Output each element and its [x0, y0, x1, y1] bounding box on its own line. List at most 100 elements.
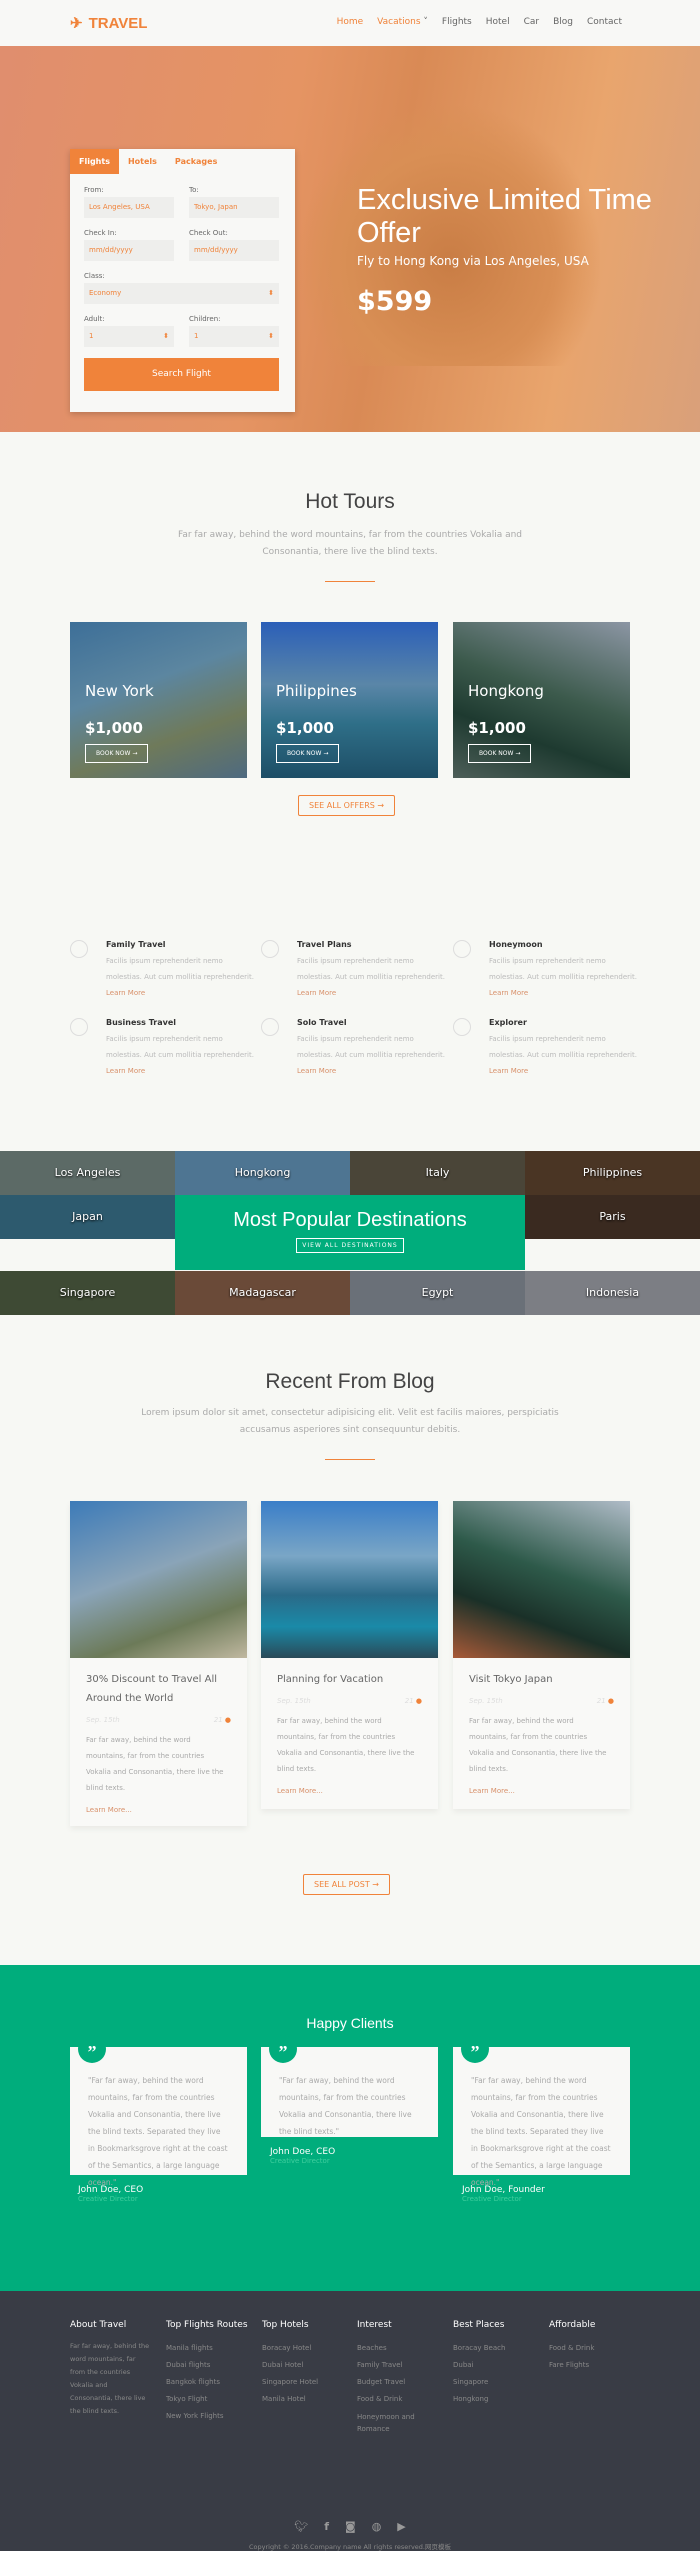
footer-link[interactable]: Dubai flights — [166, 2357, 261, 2374]
destination-tile[interactable]: Singapore — [0, 1271, 175, 1315]
book-now-button[interactable]: BOOK NOW → — [85, 744, 149, 763]
learn-more-link[interactable]: Learn More — [106, 1067, 260, 1075]
footer-link[interactable]: Bangkok flights — [166, 2374, 261, 2391]
destination-tile[interactable]: Philippines — [525, 1151, 700, 1195]
feature-text: Facilis ipsum reprehenderit nemo molesti… — [489, 1035, 637, 1059]
tab-hotels[interactable]: Hotels — [119, 149, 166, 174]
instagram-icon[interactable]: ◙ — [345, 2520, 356, 2533]
client-role: Creative Director — [462, 2195, 522, 2203]
footer-heading: Top Hotels — [262, 2320, 309, 2330]
clients-title: Happy Clients — [306, 2015, 394, 2031]
tab-packages[interactable]: Packages — [166, 149, 226, 174]
nav-contact[interactable]: Contact — [587, 17, 622, 27]
hero: Flights Hotels Packages From: To: Los An… — [0, 46, 700, 432]
quote-icon: ” — [78, 2035, 106, 2063]
footer-link[interactable]: Manila Hotel — [262, 2391, 357, 2408]
from-input[interactable]: Los Angeles, USA — [84, 197, 174, 218]
tour-card[interactable]: New York $1,000 BOOK NOW → — [70, 622, 247, 778]
blog-card[interactable]: Visit Tokyo Japan Sep. 15th 21 ● Far far aw… — [453, 1501, 630, 1809]
see-all-post-button[interactable]: SEE ALL POST → — [303, 1874, 390, 1895]
footer-link[interactable]: Honeymoon and Romance — [357, 2411, 427, 2435]
nav-car[interactable]: Car — [524, 17, 540, 27]
learn-more-link[interactable]: Learn More... — [469, 1787, 614, 1795]
nav-blog[interactable]: Blog — [553, 17, 573, 27]
footer-link[interactable]: Manila flights — [166, 2340, 261, 2357]
feature-item: Travel Plans Facilis ipsum reprehenderit … — [261, 940, 451, 997]
nav-vacations[interactable]: Vacations ˅ — [377, 17, 428, 27]
destination-tile[interactable]: Japan — [0, 1195, 175, 1239]
destination-tile[interactable]: Italy — [350, 1151, 525, 1195]
footer-link[interactable]: New York Flights — [166, 2408, 261, 2425]
view-all-destinations-button[interactable]: VIEW ALL DESTINATIONS — [296, 1238, 404, 1253]
learn-more-link[interactable]: Learn More — [297, 1067, 451, 1075]
nav-flights[interactable]: Flights — [442, 17, 472, 27]
footer-link[interactable]: Tokyo Flight — [166, 2391, 261, 2408]
divider — [325, 581, 375, 582]
divider — [325, 1459, 375, 1460]
class-select[interactable]: Economy ⬍ — [84, 283, 279, 304]
footer-column: Top Flights Routes Manila flights Dubai fl… — [166, 2320, 261, 2425]
search-flight-button[interactable]: Search Flight — [84, 358, 279, 391]
footer-link[interactable]: Boracay Hotel — [262, 2340, 357, 2357]
blog-card[interactable]: 30% Discount to Travel All Around the Wo… — [70, 1501, 247, 1826]
dribbble-icon[interactable]: ◍ — [372, 2520, 382, 2533]
footer-link[interactable]: Food & Drink — [357, 2391, 427, 2408]
tab-flights[interactable]: Flights — [70, 149, 119, 174]
footer-link[interactable]: Fare Flights — [549, 2357, 644, 2374]
learn-more-link[interactable]: Learn More... — [86, 1806, 231, 1814]
destination-tile[interactable]: Hongkong — [175, 1151, 350, 1195]
footer-link[interactable]: Singapore Hotel — [262, 2374, 357, 2391]
logo[interactable]: ✈ TRAVEL — [70, 14, 147, 33]
learn-more-link[interactable]: Learn More... — [277, 1787, 422, 1795]
learn-more-link[interactable]: Learn More — [489, 1067, 643, 1075]
select-arrows-icon: ⬍ — [268, 332, 274, 340]
blog-post-title[interactable]: 30% Discount to Travel All Around the Wo… — [86, 1670, 231, 1708]
destination-tile[interactable]: Madagascar — [175, 1271, 350, 1315]
blog-date: Sep. 15th — [277, 1697, 311, 1705]
adult-value: 1 — [89, 332, 94, 340]
copyright: Copyright © 2016.Company name All rights… — [249, 2543, 451, 2551]
tour-card[interactable]: Hongkong $1,000 BOOK NOW → — [453, 622, 630, 778]
blog-card[interactable]: Planning for Vacation Sep. 15th 21 ● Far fa… — [261, 1501, 438, 1809]
nav-home[interactable]: Home — [337, 17, 364, 27]
blog-post-title[interactable]: Visit Tokyo Japan — [469, 1670, 614, 1689]
footer-link[interactable]: Dubai — [453, 2357, 548, 2374]
destination-tile[interactable]: Los Angeles — [0, 1151, 175, 1195]
footer-link[interactable]: Hongkong — [453, 2391, 548, 2408]
learn-more-link[interactable]: Learn More — [297, 989, 451, 997]
destination-tile[interactable]: Indonesia — [525, 1271, 700, 1315]
to-input[interactable]: Tokyo, Japan — [189, 197, 279, 218]
adult-select[interactable]: 1 ⬍ — [84, 326, 174, 347]
facebook-icon[interactable]: f — [324, 2520, 329, 2533]
footer-link[interactable]: Dubai Hotel — [262, 2357, 357, 2374]
feature-text: Facilis ipsum reprehenderit nemo molesti… — [489, 957, 637, 981]
blog-post-title[interactable]: Planning for Vacation — [277, 1670, 422, 1689]
nav-hotel[interactable]: Hotel — [486, 17, 510, 27]
destination-tile[interactable]: Paris — [525, 1195, 700, 1239]
plane-icon: ✈ — [70, 15, 83, 32]
footer-link[interactable]: Beaches — [357, 2340, 427, 2357]
footer: About Travel Far far away, behind the wor… — [0, 2291, 700, 2551]
footer-link[interactable]: Food & Drink — [549, 2340, 644, 2357]
search-form: Flights Hotels Packages From: To: Los An… — [70, 149, 295, 412]
children-select[interactable]: 1 ⬍ — [189, 326, 279, 347]
footer-link[interactable]: Budget Travel — [357, 2374, 427, 2391]
footer-link[interactable]: Singapore — [453, 2374, 548, 2391]
twitter-icon[interactable]: 🐦︎ — [294, 2520, 308, 2533]
blog-image — [453, 1501, 630, 1658]
footer-about-text: Far far away, behind the word mountains,… — [70, 2342, 150, 2415]
footer-link[interactable]: Family Travel — [357, 2357, 427, 2374]
tour-card[interactable]: Philippines $1,000 BOOK NOW → — [261, 622, 438, 778]
book-now-button[interactable]: BOOK NOW → — [468, 744, 532, 763]
learn-more-link[interactable]: Learn More — [489, 989, 643, 997]
footer-about: About Travel Far far away, behind the wor… — [70, 2320, 150, 2418]
testimonial-text: "Far far away, behind the word mountains… — [279, 2076, 412, 2136]
youtube-icon[interactable]: ▶ — [397, 2520, 405, 2533]
checkin-input[interactable]: mm/dd/yyyy — [84, 240, 174, 261]
book-now-button[interactable]: BOOK NOW → — [276, 744, 340, 763]
destination-tile[interactable]: Egypt — [350, 1271, 525, 1315]
see-all-offers-button[interactable]: SEE ALL OFFERS → — [298, 795, 396, 816]
checkout-input[interactable]: mm/dd/yyyy — [189, 240, 279, 261]
learn-more-link[interactable]: Learn More — [106, 989, 260, 997]
footer-link[interactable]: Boracay Beach — [453, 2340, 548, 2357]
